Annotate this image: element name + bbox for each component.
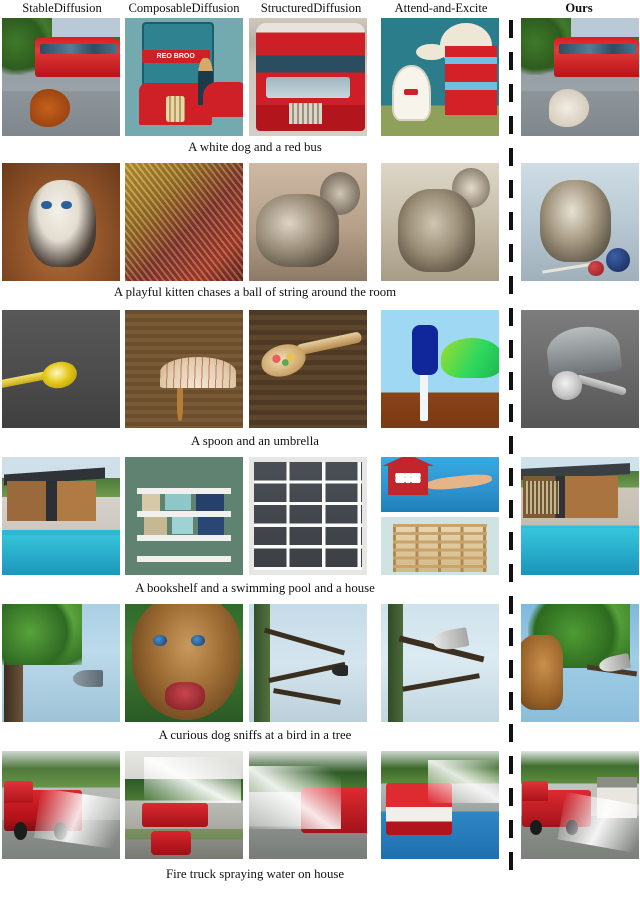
cell-r1-stablediffusion [2,18,120,136]
cell-r1-composablediffusion [125,18,243,136]
column-header-ours: Ours [565,1,593,15]
comparison-grid: A white dog and a red bus A playful kitt… [0,18,640,896]
cell-r2-stablediffusion [2,163,120,281]
cell-r4-attend-and-excite-top [381,457,499,512]
cell-r2-ours [521,163,639,281]
cell-r1-ours [521,18,639,136]
row-dog-bird-tree: A curious dog sniffs at a bird in a tree [0,604,640,751]
row-white-dog-red-bus: A white dog and a red bus [0,18,640,163]
row-caption-6: Fire truck spraying water on house [165,867,345,881]
column-header-composablediffusion: ComposableDiffusion [128,1,240,15]
column-header-structureddiffusion: StructuredDiffusion [260,1,362,15]
row-caption-3: A spoon and an umbrella [191,434,319,448]
cell-r1-attend-and-excite [381,18,499,136]
figure-sheet: StableDiffusion ComposableDiffusion Stru… [0,0,640,899]
cell-r4-stablediffusion [2,457,120,575]
cell-r6-attend-and-excite [381,751,499,859]
cell-r2-composablediffusion [125,163,243,281]
row-caption-5: A curious dog sniffs at a bird in a tree [158,728,352,742]
row-caption-2: A playful kitten chases a ball of string… [113,285,397,299]
cell-r1-structureddiffusion [249,18,367,136]
cell-r5-stablediffusion [2,604,120,722]
column-header-attend-and-excite: Attend-and-Excite [394,1,488,15]
cell-r4-attend-and-excite-bottom [381,517,499,575]
cell-r2-attend-and-excite [381,163,499,281]
row-fire-truck: Fire truck spraying water on house [0,751,640,896]
column-headers: StableDiffusion ComposableDiffusion Stru… [0,0,640,18]
cell-r4-composablediffusion [125,457,243,575]
cell-r3-attend-and-excite [381,310,499,428]
cell-r5-structureddiffusion [249,604,367,722]
row-spoon-umbrella: A spoon and an umbrella [0,310,640,457]
cell-r5-composablediffusion [125,604,243,722]
cell-r4-ours [521,457,639,575]
cell-r6-stablediffusion [2,751,120,859]
row-caption-1: A white dog and a red bus [188,140,322,154]
column-header-stablediffusion: StableDiffusion [22,1,102,15]
cell-r3-composablediffusion [125,310,243,428]
cell-r3-ours [521,310,639,428]
cell-r3-stablediffusion [2,310,120,428]
cell-r3-structureddiffusion [249,310,367,428]
row-playful-kitten: A playful kitten chases a ball of string… [0,163,640,310]
cell-r2-structureddiffusion [249,163,367,281]
cell-r4-structureddiffusion [249,457,367,575]
cell-r5-ours [521,604,639,722]
row-bookshelf-pool-house: A bookshelf and a swimming pool and a ho… [0,457,640,604]
cell-r5-attend-and-excite [381,604,499,722]
cell-r6-composablediffusion [125,751,243,859]
row-caption-4: A bookshelf and a swimming pool and a ho… [135,581,375,595]
cell-r6-structureddiffusion [249,751,367,859]
cell-r6-ours [521,751,639,859]
